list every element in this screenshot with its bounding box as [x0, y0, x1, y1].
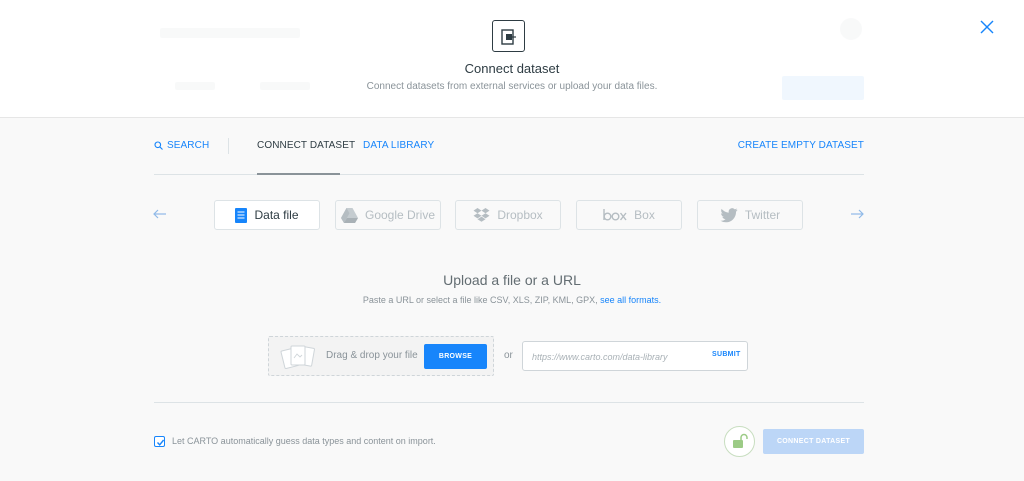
dialog-header: Connect dataset Connect datasets from ex… — [0, 0, 1024, 118]
dialog-tabs: SEARCH CONNECT DATASET DATA LIBRARY CREA… — [154, 130, 864, 175]
url-form: SUBMIT — [522, 341, 748, 371]
url-input[interactable] — [532, 349, 702, 364]
browse-button[interactable]: BROWSE — [424, 344, 487, 369]
service-label: Twitter — [744, 208, 781, 222]
create-empty-dataset-link[interactable]: CREATE EMPTY DATASET — [738, 140, 864, 151]
or-separator: or — [504, 350, 513, 361]
twitter-icon — [720, 207, 738, 222]
tab-search-label: SEARCH — [167, 140, 210, 151]
service-label: Data file — [254, 208, 299, 222]
data-file-icon — [235, 207, 248, 223]
dropzone-text: Drag & drop your file — [326, 350, 418, 361]
google-drive-icon — [340, 207, 358, 223]
footer-divider — [154, 402, 864, 403]
tab-data-library[interactable]: DATA LIBRARY — [363, 140, 434, 151]
unlocked-icon — [733, 433, 748, 448]
file-dropzone[interactable]: Drag & drop your file BROWSE — [268, 336, 494, 376]
privacy-toggle[interactable] — [724, 426, 755, 457]
service-label: Dropbox — [497, 208, 543, 222]
dialog-subtitle: Connect datasets from external services … — [366, 81, 658, 92]
service-dropbox[interactable]: Dropbox — [455, 200, 561, 230]
checkmark-icon — [156, 439, 165, 446]
guess-types-label: Let CARTO automatically guess data types… — [172, 436, 436, 446]
service-google-drive[interactable]: Google Drive — [335, 200, 441, 230]
tab-search[interactable]: SEARCH — [154, 140, 209, 151]
search-icon — [154, 141, 163, 150]
tab-connect-dataset[interactable]: CONNECT DATASET — [257, 140, 355, 151]
files-illustration-icon — [280, 345, 315, 369]
close-icon[interactable] — [978, 18, 996, 36]
submit-button[interactable]: SUBMIT — [712, 351, 741, 358]
dropbox-icon — [473, 207, 490, 222]
box-icon — [603, 209, 627, 221]
upload-subtitle: Paste a URL or select a file like CSV, X… — [0, 295, 1024, 305]
background-page-ghost — [0, 0, 1024, 118]
service-box[interactable]: Box — [576, 200, 682, 230]
service-label: Google Drive — [364, 208, 436, 222]
service-data-file[interactable]: Data file — [214, 200, 320, 230]
upload-title: Upload a file or a URL — [443, 272, 581, 288]
service-twitter[interactable]: Twitter — [697, 200, 803, 230]
active-tab-indicator — [257, 173, 340, 175]
dialog-title: Connect dataset — [464, 61, 560, 76]
see-all-formats-link[interactable]: see all formats. — [600, 295, 661, 305]
service-label: Box — [634, 208, 655, 222]
tab-divider — [228, 138, 229, 154]
connect-dataset-icon — [492, 20, 525, 52]
guess-types-checkbox[interactable] — [154, 436, 165, 447]
arrow-right-icon[interactable] — [849, 206, 865, 222]
connect-dataset-button[interactable]: CONNECT DATASET — [763, 429, 864, 454]
upload-subtitle-text: Paste a URL or select a file like CSV, X… — [362, 295, 598, 305]
arrow-left-icon[interactable] — [152, 206, 168, 222]
